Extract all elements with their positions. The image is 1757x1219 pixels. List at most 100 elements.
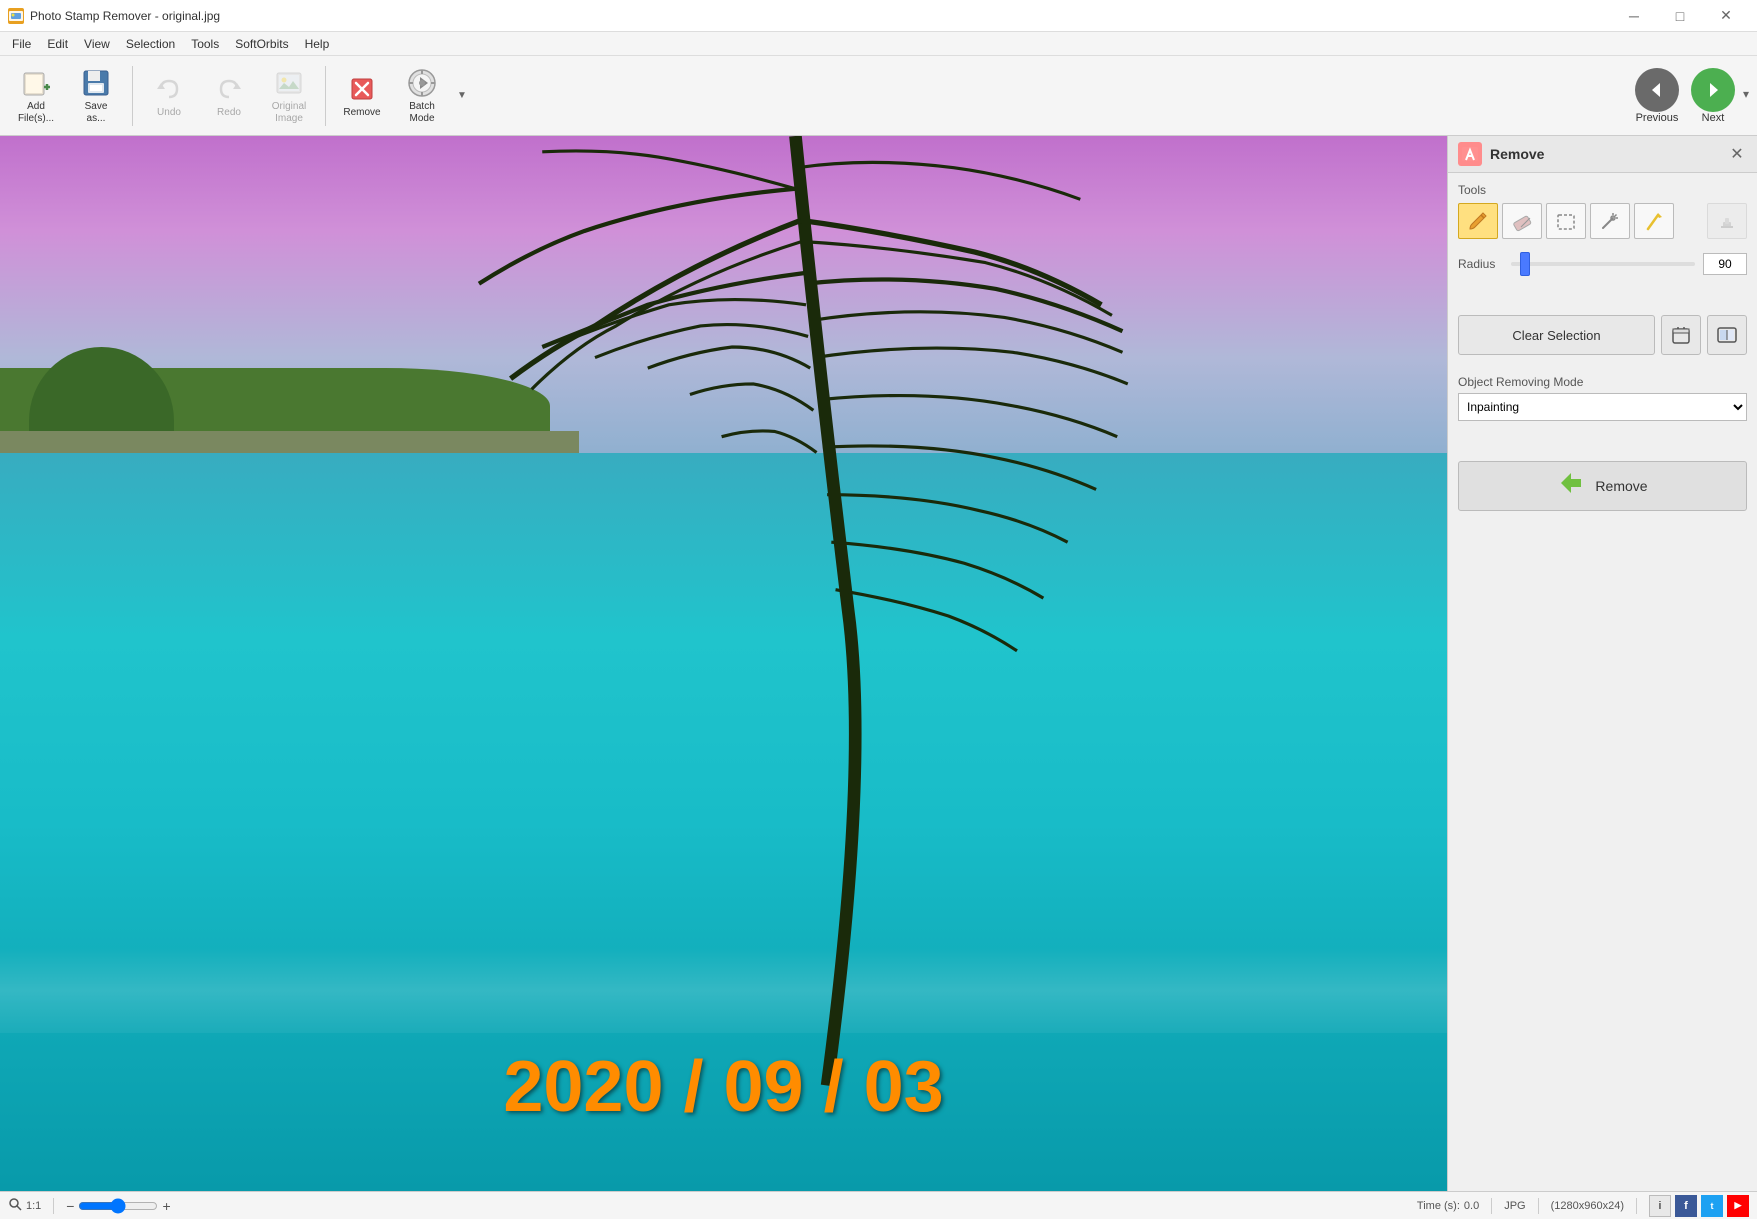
batch-mode-icon bbox=[406, 67, 438, 99]
object-removing-mode-label: Object Removing Mode bbox=[1458, 375, 1747, 389]
snapshot-button-2[interactable] bbox=[1707, 315, 1747, 355]
add-files-icon bbox=[20, 67, 52, 99]
menu-help[interactable]: Help bbox=[297, 35, 338, 53]
maximize-button[interactable]: □ bbox=[1657, 0, 1703, 32]
window-controls: ─ □ ✕ bbox=[1611, 0, 1749, 32]
remove-btn-area: Remove bbox=[1458, 461, 1747, 511]
status-bar: 1:1 − + Time (s): 0.0 JPG (1280x960x24) … bbox=[0, 1191, 1757, 1219]
menu-file[interactable]: File bbox=[4, 35, 39, 53]
mode-spacer bbox=[1458, 441, 1747, 461]
object-removing-mode-select[interactable]: Inpainting Content Aware Fill Smart Fill bbox=[1458, 393, 1747, 421]
toolbar: Add File(s)... Save as... Undo bbox=[0, 56, 1757, 136]
redo-label: Redo bbox=[217, 107, 241, 118]
title-bar: Photo Stamp Remover - original.jpg ─ □ ✕ bbox=[0, 0, 1757, 32]
zoom-slider[interactable] bbox=[78, 1198, 158, 1214]
format-label: JPG bbox=[1504, 1200, 1525, 1212]
close-button[interactable]: ✕ bbox=[1703, 0, 1749, 32]
toolbar-divider-1 bbox=[132, 66, 133, 126]
tool-spacer bbox=[1678, 203, 1703, 239]
minimize-button[interactable]: ─ bbox=[1611, 0, 1657, 32]
toolbar-dropdown-button[interactable]: ▼ bbox=[454, 62, 470, 130]
remove-toolbar-label: Remove bbox=[343, 107, 380, 118]
previous-nav-button[interactable]: Previous bbox=[1631, 64, 1683, 128]
remove-icon bbox=[346, 73, 378, 105]
title-bar-left: Photo Stamp Remover - original.jpg bbox=[8, 8, 220, 24]
clear-selection-button[interactable]: Clear Selection bbox=[1458, 315, 1655, 355]
add-files-label: Add File(s)... bbox=[18, 101, 54, 125]
save-as-label: Save as... bbox=[85, 101, 108, 125]
stamp-tool-button[interactable] bbox=[1707, 203, 1747, 239]
menu-tools[interactable]: Tools bbox=[183, 35, 227, 53]
image-area[interactable]: 2020 / 09 / 03 bbox=[0, 136, 1447, 1191]
zoom-plus-icon[interactable]: + bbox=[162, 1198, 170, 1214]
remove-action-button[interactable]: Remove bbox=[1458, 461, 1747, 511]
image-canvas: 2020 / 09 / 03 bbox=[0, 136, 1447, 1191]
status-divider-4 bbox=[1636, 1198, 1637, 1214]
brush-tool-button[interactable] bbox=[1458, 203, 1498, 239]
status-divider-1 bbox=[53, 1198, 54, 1214]
toolbox-close-button[interactable]: ✕ bbox=[1727, 144, 1747, 164]
batch-mode-button[interactable]: Batch Mode bbox=[394, 62, 450, 130]
redo-button[interactable]: Redo bbox=[201, 62, 257, 130]
date-stamp: 2020 / 09 / 03 bbox=[503, 1046, 943, 1128]
zoom-slider-area: − + bbox=[66, 1198, 170, 1214]
rect-select-tool-button[interactable] bbox=[1546, 203, 1586, 239]
toolbox-header: Remove ✕ bbox=[1448, 136, 1757, 173]
tools-section-label: Tools bbox=[1458, 183, 1747, 197]
zoom-minus-icon[interactable]: − bbox=[66, 1198, 74, 1214]
zoom-level: 1:1 bbox=[26, 1200, 41, 1212]
next-nav-button[interactable]: Next bbox=[1687, 64, 1739, 128]
snapshot-button-1[interactable] bbox=[1661, 315, 1701, 355]
menu-edit[interactable]: Edit bbox=[39, 35, 76, 53]
undo-button[interactable]: Undo bbox=[141, 62, 197, 130]
original-image-icon bbox=[273, 67, 305, 99]
radius-input[interactable] bbox=[1703, 253, 1747, 275]
next-icon bbox=[1691, 68, 1735, 112]
eraser-tool-button[interactable] bbox=[1502, 203, 1542, 239]
dimensions-label: (1280x960x24) bbox=[1551, 1200, 1624, 1212]
facebook-button[interactable]: f bbox=[1675, 1195, 1697, 1217]
toolbox-panel: Remove ✕ Tools bbox=[1447, 136, 1757, 1191]
info-button[interactable]: i bbox=[1649, 1195, 1671, 1217]
youtube-button[interactable]: ▶ bbox=[1727, 1195, 1749, 1217]
toolbox-title: Remove bbox=[1490, 146, 1544, 162]
radius-row: Radius bbox=[1458, 253, 1747, 275]
dimensions-display: (1280x960x24) bbox=[1551, 1200, 1624, 1212]
remove-toolbar-button[interactable]: Remove bbox=[334, 62, 390, 130]
action-row: Clear Selection bbox=[1458, 315, 1747, 355]
remove-action-label: Remove bbox=[1595, 478, 1647, 494]
app-icon bbox=[8, 8, 24, 24]
main-container: 2020 / 09 / 03 Remove ✕ bbox=[0, 136, 1757, 1191]
menu-selection[interactable]: Selection bbox=[118, 35, 183, 53]
tools-spacer bbox=[1458, 295, 1747, 315]
zoom-icon bbox=[8, 1197, 22, 1214]
menu-softorbits[interactable]: SoftOrbits bbox=[227, 35, 296, 53]
add-files-button[interactable]: Add File(s)... bbox=[8, 62, 64, 130]
save-as-button[interactable]: Save as... bbox=[68, 62, 124, 130]
previous-icon bbox=[1635, 68, 1679, 112]
time-display: Time (s): 0.0 bbox=[1417, 1200, 1479, 1212]
original-image-button[interactable]: Original Image bbox=[261, 62, 317, 130]
batch-mode-label: Batch Mode bbox=[409, 101, 435, 125]
menu-view[interactable]: View bbox=[76, 35, 118, 53]
radius-label: Radius bbox=[1458, 257, 1503, 271]
nav-dropdown-arrow[interactable]: ▾ bbox=[1743, 87, 1749, 101]
magic-wand-tool-button[interactable] bbox=[1590, 203, 1630, 239]
radius-thumb[interactable] bbox=[1520, 252, 1530, 276]
tools-row bbox=[1458, 203, 1747, 239]
twitter-button[interactable]: t bbox=[1701, 1195, 1723, 1217]
beach-photo: 2020 / 09 / 03 bbox=[0, 136, 1447, 1191]
redo-icon bbox=[213, 73, 245, 105]
save-as-icon bbox=[80, 67, 112, 99]
time-value: 0.0 bbox=[1464, 1200, 1479, 1212]
radius-slider[interactable] bbox=[1511, 262, 1695, 266]
zoom-indicator: 1:1 bbox=[8, 1197, 41, 1214]
status-divider-3 bbox=[1538, 1198, 1539, 1214]
status-divider-2 bbox=[1491, 1198, 1492, 1214]
status-icons: i f t ▶ bbox=[1649, 1195, 1749, 1217]
color-select-tool-button[interactable] bbox=[1634, 203, 1674, 239]
palm-frond-overlay bbox=[289, 136, 1302, 1086]
window-title: Photo Stamp Remover - original.jpg bbox=[30, 9, 220, 23]
menu-bar: File Edit View Selection Tools SoftOrbit… bbox=[0, 32, 1757, 56]
remove-arrow-icon bbox=[1557, 469, 1585, 503]
